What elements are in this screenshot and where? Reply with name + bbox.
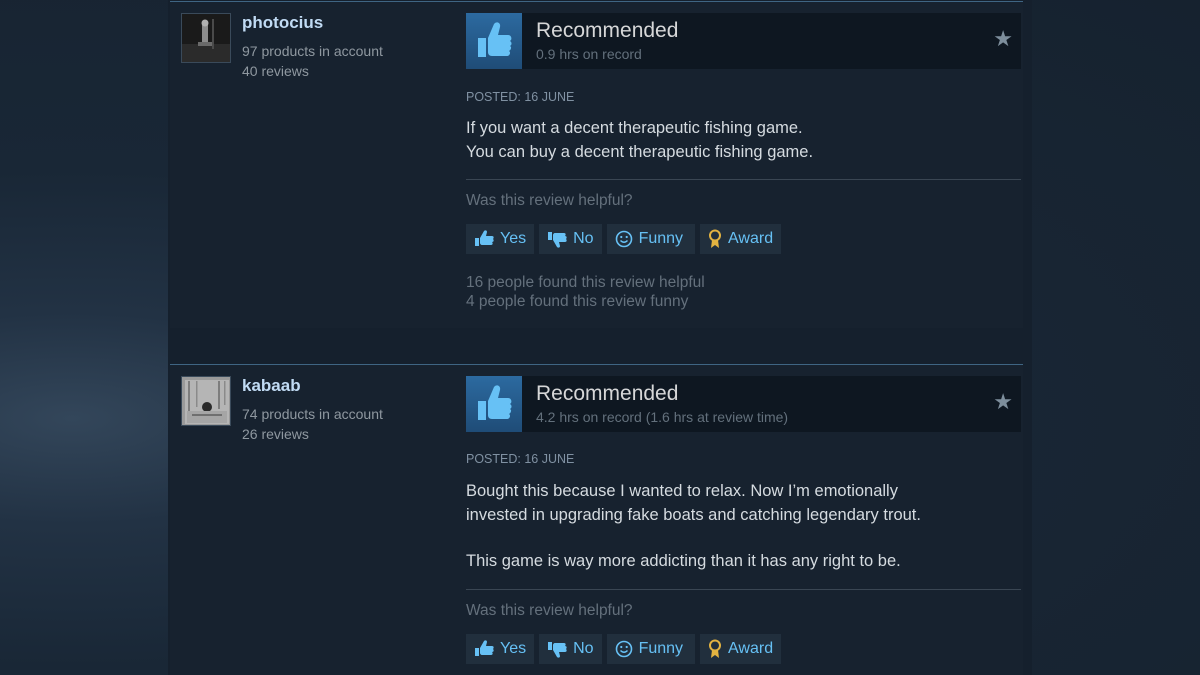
hours-on-record: 0.9 hrs on record [536,46,642,62]
verdict-title: Recommended [536,382,679,405]
thumb-up-small-icon [474,640,494,658]
posted-date: POSTED: 16 JUNE [466,90,575,104]
rate-buttons: Yes No Funny Award [466,224,782,254]
review-body-line: invested in upgrading fake boats and cat… [466,505,921,524]
no-button[interactable]: No [539,224,602,254]
award-ribbon-icon [708,229,722,249]
divider [466,589,1021,590]
thumbs-up-icon [466,13,522,69]
review-body-line: If you want a decent therapeutic fishing… [466,119,803,137]
award-ribbon-icon [708,639,722,659]
funny-label: Funny [638,230,684,247]
yes-label: Yes [500,230,527,247]
author-name[interactable]: kabaab [242,376,301,396]
vote-header[interactable]: Recommended 4.2 hrs on record (1.6 hrs a… [466,376,1021,432]
found-funny: 4 people found this review funny [466,293,689,310]
posted-date: POSTED: 16 JUNE [466,452,575,466]
yes-button[interactable]: Yes [466,224,535,254]
helpful-stats: 16 people found this review helpful 4 pe… [466,273,705,311]
helpful-question: Was this review helpful? [466,602,633,619]
thumb-down-small-icon [547,640,567,658]
divider [466,179,1021,180]
star-icon[interactable]: ★ [993,391,1013,413]
review-body: If you want a decent therapeutic fishing… [466,117,1021,164]
avatar[interactable] [181,376,231,426]
verdict-title: Recommended [536,19,679,42]
products-count[interactable]: 97 products in account [242,43,383,59]
funny-button[interactable]: Funny [606,634,696,664]
rate-buttons: Yes No Funny Award [466,634,782,664]
no-label: No [573,640,594,657]
thumb-up-small-icon [474,230,494,248]
thumb-down-small-icon [547,230,567,248]
review-body-line: This game is way more addicting than it … [466,552,901,570]
yes-button[interactable]: Yes [466,634,535,664]
review-card: photocius 97 products in account 40 revi… [170,1,1023,328]
avatar[interactable] [181,13,231,63]
award-button[interactable]: Award [700,634,782,664]
review-body-line: You can buy a decent therapeutic fishing… [466,142,814,161]
review-body: Bought this because I wanted to relax. N… [466,480,1021,574]
author-name[interactable]: photocius [242,13,323,33]
review-body-line: Bought this because I wanted to relax. N… [466,482,898,500]
yes-label: Yes [500,640,527,657]
reviews-count[interactable]: 26 reviews [242,426,309,442]
products-count[interactable]: 74 products in account [242,406,383,422]
smiley-icon [615,640,633,658]
review-card: kabaab 74 products in account 26 reviews… [170,364,1023,675]
reviews-count[interactable]: 40 reviews [242,63,309,79]
smiley-icon [615,230,633,248]
thumbs-up-icon [466,376,522,432]
funny-label: Funny [638,640,684,657]
award-label: Award [728,230,774,247]
vote-header[interactable]: Recommended 0.9 hrs on record ★ [466,13,1021,69]
star-icon[interactable]: ★ [993,28,1013,50]
award-label: Award [728,640,774,657]
funny-button[interactable]: Funny [606,224,696,254]
hours-on-record: 4.2 hrs on record (1.6 hrs at review tim… [536,409,789,425]
no-button[interactable]: No [539,634,602,664]
helpful-question: Was this review helpful? [466,192,633,209]
award-button[interactable]: Award [700,224,782,254]
found-helpful: 16 people found this review helpful [466,274,705,291]
no-label: No [573,230,594,247]
